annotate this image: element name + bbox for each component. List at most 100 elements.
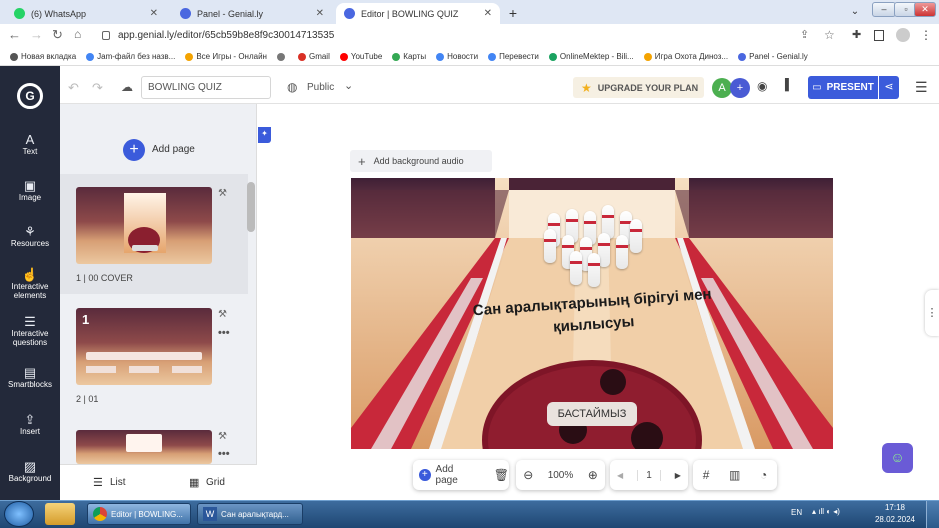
share-icon[interactable]: ⋖ [879,76,899,99]
language-indicator[interactable]: EN [791,508,802,517]
sidebar-item-text[interactable]: A Text [0,133,60,156]
home-icon[interactable]: ⌂ [74,27,81,41]
sidebar-item-label: Smartblocks [7,380,52,389]
more-options-icon[interactable]: ••• [218,448,230,460]
url-field[interactable]: app.genial.ly/editor/65cb59b8e8f9c300147… [118,27,818,45]
menu-icon[interactable]: ☰ [915,79,928,96]
redo-icon[interactable]: ↷ [92,80,103,96]
magic-wand-icon[interactable]: ⚒ [218,431,227,442]
bookmark-item[interactable]: YouTube [339,52,382,61]
color-palette-icon[interactable]: ◔ [760,468,767,482]
star-icon[interactable]: ☆ [824,28,835,42]
bookmark-item[interactable]: Карты [392,52,426,61]
visibility-select[interactable]: Public [307,82,334,93]
list-view-button[interactable]: List [110,477,126,488]
bookmark-favicon-icon [392,52,401,61]
bookmark-item[interactable]: Gmail [297,52,330,61]
list-icon[interactable]: ☰ [93,476,103,489]
sidebar-item-insert[interactable]: ⇪ Insert [0,413,60,436]
share-page-icon[interactable]: ⇪ [800,28,809,41]
sidebar-item-interactive-questions[interactable]: ☰ Interactive questions [0,315,60,347]
grid-icon[interactable]: ▦ [189,476,199,489]
next-page-icon[interactable]: ▶ [675,471,681,480]
add-collaborator-icon[interactable]: + [730,78,750,98]
grid-lines-icon[interactable]: # [703,468,710,482]
trash-icon[interactable]: 🗑 [494,468,509,482]
sidebar-item-interactive-elements[interactable]: ☝ Interactive elements [0,268,60,300]
taskbar-word-window[interactable]: W Сан аралықтард... [197,503,303,525]
upgrade-plan-button[interactable]: ★ UPGRADE YOUR PLAN [573,77,704,98]
page-thumbnail-2[interactable]: 1 [76,308,212,385]
tab-panel-genially[interactable]: Panel - Genial.ly ✕ [172,3,332,24]
project-name-input[interactable]: BOWLING QUIZ [141,76,271,99]
add-page-bottom-button[interactable]: Add page [436,464,477,486]
page-navigation-group: ◀ 1 ▶ [610,460,688,490]
forward-icon[interactable]: → [30,27,43,42]
sidebar-item-image[interactable]: ▣ Image [0,179,60,202]
close-window-button[interactable]: ✕ [914,2,936,17]
sidebar-item-background[interactable]: ▨ Background [0,460,60,483]
more-options-icon[interactable]: ••• [218,327,230,339]
zoom-level[interactable]: 100% [548,470,574,481]
start-button-icon[interactable] [4,501,34,527]
genially-logo[interactable]: G [17,83,43,109]
new-tab-button[interactable]: + [504,4,522,22]
page-number[interactable]: 1 [637,469,661,481]
minimize-button[interactable]: – [872,2,896,17]
bowling-pins-group [530,205,650,287]
eye-icon[interactable]: ◉ [757,79,767,93]
add-page-button[interactable]: Add page [152,144,195,155]
page-thumbnail-3[interactable] [76,430,212,464]
previous-page-icon[interactable]: ◀ [617,471,623,480]
tab-whatsapp[interactable]: (6) WhatsApp ✕ [6,3,166,24]
user-avatar[interactable]: A [712,78,732,98]
panel-scrollbar[interactable] [247,182,255,232]
grid-view-button[interactable]: Grid [206,477,225,488]
bookmark-item[interactable] [276,52,288,61]
pin-icon[interactable]: ✦ [258,127,271,143]
magic-wand-icon[interactable]: ⚒ [218,309,227,320]
reload-icon[interactable]: ↻ [52,27,63,43]
sidepanel-icon[interactable] [874,30,884,41]
clock-time: 17:18 [884,503,906,512]
layout-icon[interactable]: ▥ [729,468,740,482]
undo-icon[interactable]: ↶ [68,80,79,96]
bookmark-item[interactable]: Новости [436,52,478,61]
page-thumbnail-1[interactable] [76,187,212,264]
sidebar-item-smartblocks[interactable]: ▤ Smartblocks [0,366,60,389]
browser-menu-icon[interactable]: ⋮ [920,28,932,42]
present-button[interactable]: ▭ PRESENT [808,76,878,99]
tab-editor[interactable]: Editor | BOWLING QUIZ ✕ [336,3,500,24]
close-icon[interactable]: ✕ [316,8,324,19]
sidebar-item-resources[interactable]: ⚘ Resources [0,225,60,248]
bookmark-item[interactable]: Перевести [488,52,539,61]
bookmark-item[interactable]: Все Игры - Онлайн [185,52,267,61]
file-explorer-icon[interactable] [45,503,75,525]
help-chat-icon[interactable]: ☺ [882,443,913,473]
profile-avatar[interactable] [896,28,910,42]
side-menu-handle[interactable]: ⋮ [925,290,939,336]
magic-wand-icon[interactable]: ⚒ [218,188,227,199]
sidebar-item-label: Interactive questions [11,329,49,347]
tab-search-icon[interactable]: ⌄ [846,4,864,20]
add-background-audio-button[interactable]: + Add background audio [350,150,492,172]
extensions-icon[interactable]: ✚ [852,28,861,41]
back-icon[interactable]: ← [8,27,21,42]
bookmark-item[interactable]: Panel - Genial.ly [738,52,808,61]
bookmark-item[interactable]: OnlineMektep - Bili... [548,52,634,61]
start-button[interactable]: БАСТАЙМЫЗ [547,402,637,426]
taskbar-chrome-window[interactable]: Editor | BOWLING... [87,503,191,525]
bookmark-item[interactable]: Новая вкладка [10,52,76,61]
add-page-icon[interactable]: + [123,139,145,161]
bookmark-item[interactable]: Jam-файл без назв... [86,52,175,61]
analytics-icon[interactable]: ▐ [781,79,789,91]
globe-icon: ◍ [287,80,298,94]
zoom-in-icon[interactable]: ⊕ [588,468,598,482]
chevron-down-icon[interactable]: ⌄ [344,79,353,92]
show-desktop-button[interactable] [926,501,939,528]
tray-icons[interactable]: ▴ ıll ◐ ◂) [812,507,840,516]
bookmark-item[interactable]: Игра Охота Диноз... [643,52,728,61]
close-icon[interactable]: ✕ [150,8,158,19]
close-icon[interactable]: ✕ [484,8,492,19]
zoom-out-icon[interactable]: ⊖ [523,468,533,482]
